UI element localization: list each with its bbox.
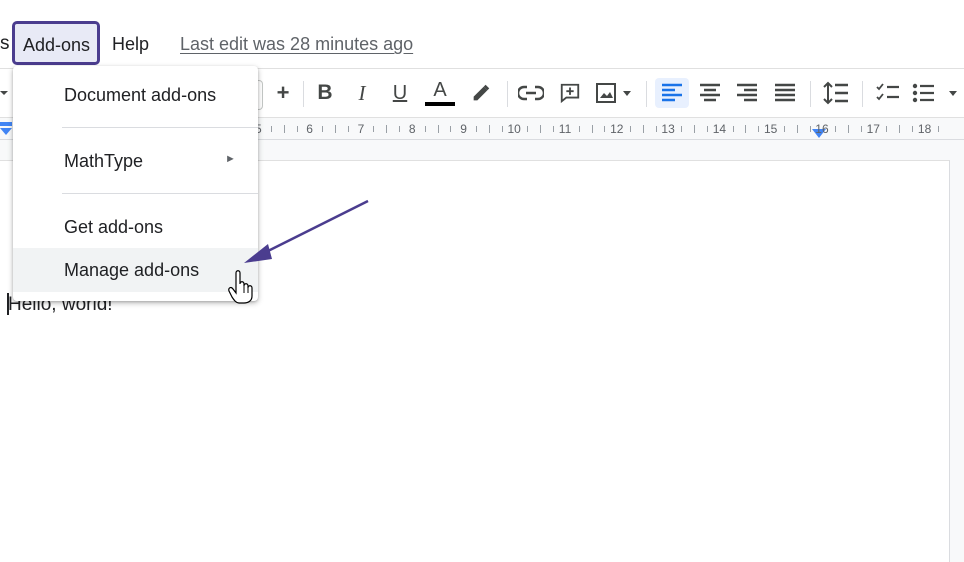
ruler-number: 18	[917, 122, 932, 136]
ruler-number: 15	[764, 122, 778, 136]
ruler-tick	[706, 126, 708, 132]
highlight-icon[interactable]	[467, 78, 495, 108]
ruler-tick	[283, 125, 285, 133]
ruler-number: 10	[507, 122, 521, 136]
line-spacing-icon[interactable]	[820, 78, 852, 108]
menu-item-label: Manage add-ons	[64, 260, 200, 280]
submenu-arrow-icon: ►	[225, 153, 236, 165]
toolbar-divider	[810, 81, 811, 107]
ruler-tick	[399, 126, 401, 132]
ruler-tick	[835, 126, 837, 132]
align-left-icon[interactable]	[655, 78, 689, 108]
ruler-tick	[437, 125, 439, 133]
toolbar-divider	[507, 81, 508, 107]
ruler-tick	[322, 126, 324, 132]
ruler-tick	[578, 126, 580, 132]
ruler-tick	[501, 126, 503, 132]
ruler-tick	[270, 126, 272, 132]
italic-icon[interactable]: I	[349, 78, 375, 108]
ruler-tick	[758, 126, 760, 132]
text-color-icon[interactable]: A	[424, 78, 456, 108]
ruler-tick	[886, 126, 888, 132]
ruler-tick	[488, 125, 490, 133]
last-edit-link[interactable]: Last edit was 28 minutes ago	[180, 34, 413, 55]
ruler-tick	[527, 126, 529, 132]
ruler-tick	[681, 126, 683, 132]
justify-icon[interactable]	[770, 78, 800, 108]
menu-item-label: MathType	[64, 151, 144, 171]
ruler-tick	[604, 126, 606, 132]
ruler-tick	[347, 126, 349, 132]
ruler-tick	[424, 126, 426, 132]
ruler-tick	[373, 126, 375, 132]
ruler-tick	[860, 126, 862, 132]
ruler-number: 9	[460, 122, 467, 136]
ruler-tick	[732, 126, 734, 132]
ruler-tick	[694, 125, 696, 133]
ruler-tick	[899, 125, 901, 133]
ruler-tick	[937, 126, 939, 132]
ruler-tick	[912, 126, 914, 132]
link-icon[interactable]	[517, 78, 545, 108]
ruler-number: 6	[306, 122, 313, 136]
ruler-tick	[296, 126, 298, 132]
comment-icon[interactable]	[556, 78, 584, 108]
menu-item-mathtype[interactable]: MathType ►	[13, 139, 258, 181]
text-color-swatch	[425, 102, 455, 106]
menu-item-partial[interactable]: s	[0, 33, 10, 55]
menu-addons-label: Add-ons	[23, 35, 91, 55]
ruler-number: 17	[866, 122, 880, 136]
ruler-tick	[335, 125, 336, 133]
font-caret-icon[interactable]	[0, 78, 12, 108]
text-color-letter: A	[433, 79, 447, 101]
ruler-tick	[848, 125, 849, 133]
left-indent-marker[interactable]	[0, 122, 12, 141]
image-icon[interactable]	[593, 78, 637, 108]
menu-bar: s Add-ons Help Last edit was 28 minutes …	[0, 0, 964, 68]
ruler-tick	[553, 126, 554, 132]
toolbar-divider	[303, 81, 304, 107]
bulleted-list-icon[interactable]	[912, 78, 964, 108]
align-center-icon[interactable]	[695, 78, 725, 108]
menu-divider	[62, 193, 258, 194]
ruler-tick	[540, 125, 542, 133]
toolbar-divider	[862, 81, 863, 107]
menu-item-label: Document add-ons	[64, 85, 217, 105]
menu-addons[interactable]: Add-ons	[12, 21, 100, 65]
ruler-number: 13	[661, 122, 675, 136]
ruler-tick	[591, 125, 593, 133]
ruler-tick	[783, 126, 785, 132]
ruler-tick	[642, 125, 644, 133]
menu-help[interactable]: Help	[112, 34, 149, 55]
ruler-tick	[386, 125, 388, 133]
ruler-number: 16	[815, 122, 829, 136]
menu-item-document-addons[interactable]: Document add-ons	[13, 73, 258, 115]
ruler-tick	[629, 126, 631, 132]
addons-dropdown-menu: Document add-ons MathType ► Get add-ons …	[13, 66, 258, 301]
menu-item-label: Get add-ons	[64, 217, 164, 237]
ruler-number: 14	[712, 122, 727, 136]
checklist-icon[interactable]	[873, 78, 903, 108]
ruler-tick	[745, 125, 747, 133]
bold-icon[interactable]: B	[312, 78, 338, 108]
ruler-number: 8	[408, 122, 416, 136]
toolbar-divider	[646, 81, 647, 107]
menu-item-get-addons[interactable]: Get add-ons	[13, 205, 258, 247]
ruler-number: 12	[610, 122, 624, 136]
ruler-tick	[796, 125, 798, 133]
ruler-tick	[450, 126, 452, 132]
menu-divider	[62, 127, 258, 128]
menu-item-manage-addons[interactable]: Manage add-ons	[13, 248, 258, 292]
ruler-tick	[809, 126, 811, 132]
ruler-number: 7	[357, 122, 365, 136]
underline-icon[interactable]: U	[387, 78, 413, 108]
ruler-number: 11	[558, 122, 572, 136]
ruler-tick	[476, 126, 477, 132]
font-size-increase-icon[interactable]: +	[270, 78, 296, 108]
ruler-tick	[655, 126, 657, 132]
align-right-icon[interactable]	[732, 78, 762, 108]
